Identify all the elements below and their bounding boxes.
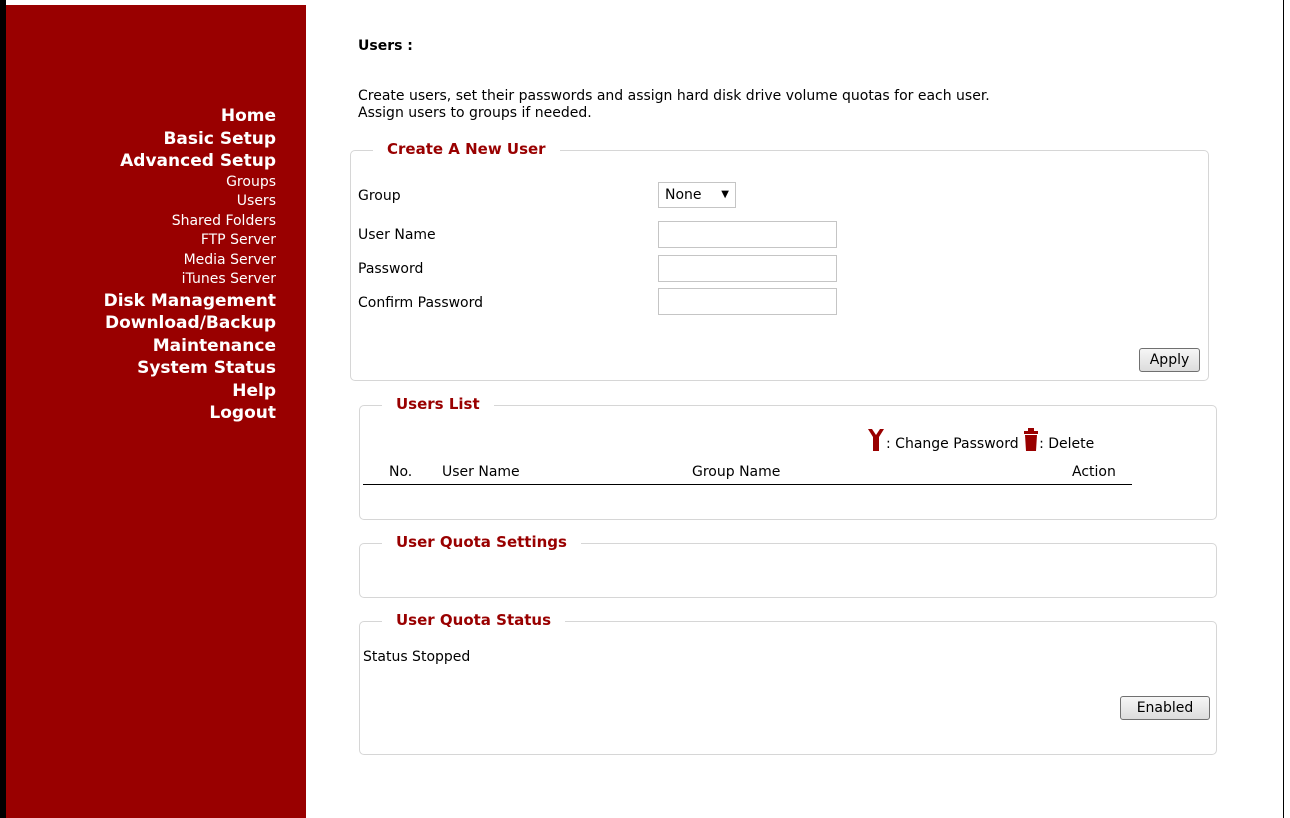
nav-media-server[interactable]: Media Server bbox=[104, 251, 276, 271]
nav-disk-management[interactable]: Disk Management bbox=[104, 290, 276, 313]
apply-button[interactable]: Apply bbox=[1139, 348, 1200, 372]
nav-logout[interactable]: Logout bbox=[104, 402, 276, 425]
nav-users[interactable]: Users bbox=[104, 192, 276, 212]
sidebar-nav: Home Basic Setup Advanced Setup Groups U… bbox=[104, 105, 276, 425]
username-label: User Name bbox=[358, 227, 436, 243]
create-user-panel: Create A New User Group None ▼ User Name… bbox=[350, 140, 1209, 381]
description-line-2: Assign users to groups if needed. bbox=[358, 105, 592, 121]
create-user-legend: Create A New User bbox=[373, 140, 560, 158]
chevron-down-icon: ▼ bbox=[721, 189, 729, 200]
window-right-border bbox=[1283, 0, 1284, 818]
description-line-1: Create users, set their passwords and as… bbox=[358, 88, 990, 104]
nav-advanced-setup[interactable]: Advanced Setup bbox=[104, 150, 276, 173]
nav-shared-folders[interactable]: Shared Folders bbox=[104, 212, 276, 232]
nav-help[interactable]: Help bbox=[104, 380, 276, 403]
users-list-icon-legend: : Change Password : Delete bbox=[866, 428, 1094, 452]
nav-basic-setup[interactable]: Basic Setup bbox=[104, 128, 276, 151]
quota-settings-panel: User Quota Settings bbox=[359, 533, 1217, 598]
users-list-legend: Users List bbox=[382, 395, 494, 413]
trash-icon bbox=[1024, 428, 1039, 451]
nav-maintenance[interactable]: Maintenance bbox=[104, 335, 276, 358]
enabled-button[interactable]: Enabled bbox=[1120, 696, 1210, 720]
password-label: Password bbox=[358, 261, 424, 277]
quota-status-legend: User Quota Status bbox=[382, 611, 566, 629]
confirm-password-label: Confirm Password bbox=[358, 295, 484, 311]
column-group-name: Group Name bbox=[692, 464, 781, 480]
column-user-name: User Name bbox=[442, 464, 520, 480]
page-title: Users : bbox=[358, 38, 413, 54]
quota-status-panel: User Quota Status Status Stopped Enabled bbox=[359, 611, 1217, 755]
page-description: Create users, set their passwords and as… bbox=[358, 88, 990, 122]
delete-text: : Delete bbox=[1039, 436, 1095, 452]
nav-groups[interactable]: Groups bbox=[104, 173, 276, 193]
column-action: Action bbox=[1072, 464, 1116, 480]
group-select[interactable]: None ▼ bbox=[658, 182, 736, 208]
column-no: No. bbox=[389, 464, 413, 480]
username-input[interactable] bbox=[658, 221, 837, 248]
password-input[interactable] bbox=[658, 255, 837, 282]
users-list-panel: Users List : Change Password : Delete No… bbox=[359, 395, 1217, 520]
group-select-value: None bbox=[665, 187, 702, 203]
nav-system-status[interactable]: System Status bbox=[104, 357, 276, 380]
quota-settings-legend: User Quota Settings bbox=[382, 533, 581, 551]
nav-download-backup[interactable]: Download/Backup bbox=[104, 312, 276, 335]
nav-ftp-server[interactable]: FTP Server bbox=[104, 231, 276, 251]
group-label: Group bbox=[358, 188, 401, 204]
confirm-password-input[interactable] bbox=[658, 288, 837, 315]
users-list-header-divider bbox=[363, 484, 1132, 485]
nav-home[interactable]: Home bbox=[104, 105, 276, 128]
quota-status-text: Status Stopped bbox=[363, 649, 471, 665]
change-password-text: : Change Password bbox=[886, 436, 1019, 452]
wrench-icon bbox=[868, 429, 884, 451]
nav-itunes-server[interactable]: iTunes Server bbox=[104, 270, 276, 290]
sidebar: Home Basic Setup Advanced Setup Groups U… bbox=[6, 5, 306, 818]
